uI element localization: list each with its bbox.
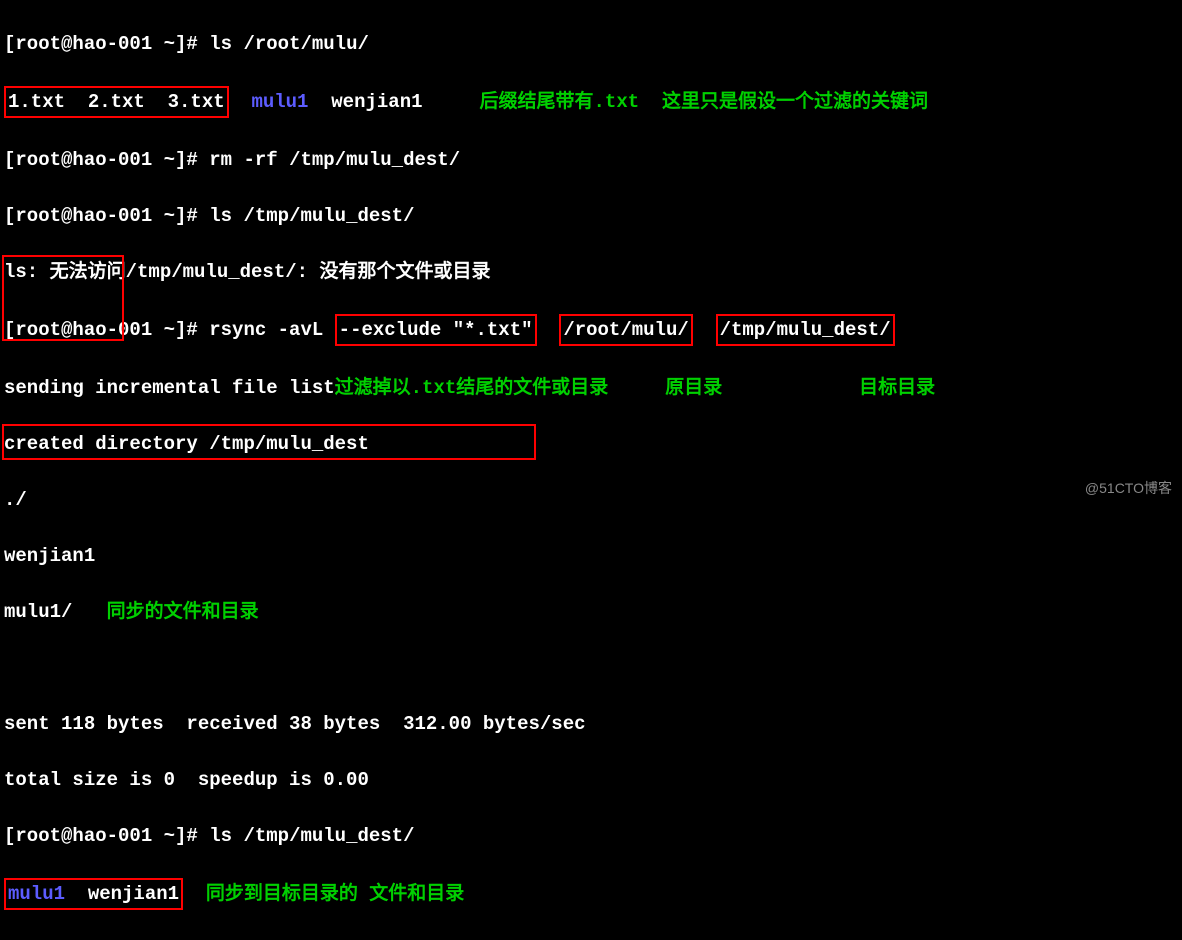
src-dir: /root/mulu/: [563, 319, 688, 341]
output-wenjian1: wenjian1: [4, 545, 95, 567]
annotation: 目标目录: [859, 377, 935, 399]
dir-mulu1: mulu1: [251, 91, 308, 113]
annotation: 过滤掉以.txt结尾的文件或目录: [335, 377, 609, 399]
annotation: 这里只是假设一个过滤的关键词: [662, 91, 928, 113]
annotation: 后缀结尾带有.txt: [480, 91, 640, 113]
annotation: 同步的文件和目录: [107, 601, 259, 623]
exclude-arg-box: --exclude "*.txt": [335, 314, 537, 346]
output-sending: sending incremental file list: [4, 377, 335, 399]
output-total: total size is 0 speedup is 0.00: [4, 766, 1178, 794]
txt-files-box: 1.txt 2.txt 3.txt: [4, 86, 229, 118]
last-ls-box: [2, 424, 536, 460]
result-box: mulu1 wenjian1: [4, 878, 183, 910]
dst-dir: /tmp/mulu_dest/: [720, 319, 891, 341]
command: rm -rf /tmp/mulu_dest/: [209, 149, 460, 171]
command: ls /tmp/mulu_dest/: [209, 825, 414, 847]
command: ls /root/mulu/: [209, 33, 369, 55]
output-sent: sent 118 bytes received 38 bytes 312.00 …: [4, 710, 1178, 738]
annotation: 原目录: [665, 377, 722, 399]
dst-dir-box: /tmp/mulu_dest/: [716, 314, 895, 346]
file-wenjian1: wenjian1: [88, 883, 179, 905]
error-output: ls: 无法访问/tmp/mulu_dest/: 没有那个文件或目录: [4, 258, 1178, 286]
command-rsync: rsync -avL: [198, 319, 335, 341]
prompt: [root@hao-001 ~]#: [4, 205, 198, 227]
dir-mulu1: mulu1: [8, 883, 65, 905]
file-list: 1.txt 2.txt 3.txt: [8, 91, 225, 113]
prompt: [root@hao-001 ~]#: [4, 149, 198, 171]
exclude-arg: --exclude "*.txt": [339, 319, 533, 341]
terminal-output: [root@hao-001 ~]# ls /root/mulu/ 1.txt 2…: [0, 0, 1182, 940]
prompt: [root@hao-001 ~]#: [4, 33, 198, 55]
command: ls /tmp/mulu_dest/: [209, 205, 414, 227]
src-dir-box: /root/mulu/: [559, 314, 692, 346]
synced-files-box: [2, 255, 124, 341]
output-mulu1: mulu1/: [4, 601, 72, 623]
watermark: @51CTO博客: [1085, 478, 1172, 498]
output-dot: ./: [4, 486, 1178, 514]
annotation: 同步到目标目录的 文件和目录: [206, 883, 464, 905]
prompt: [root@hao-001 ~]#: [4, 825, 198, 847]
file-wenjian1: wenjian1: [331, 91, 422, 113]
